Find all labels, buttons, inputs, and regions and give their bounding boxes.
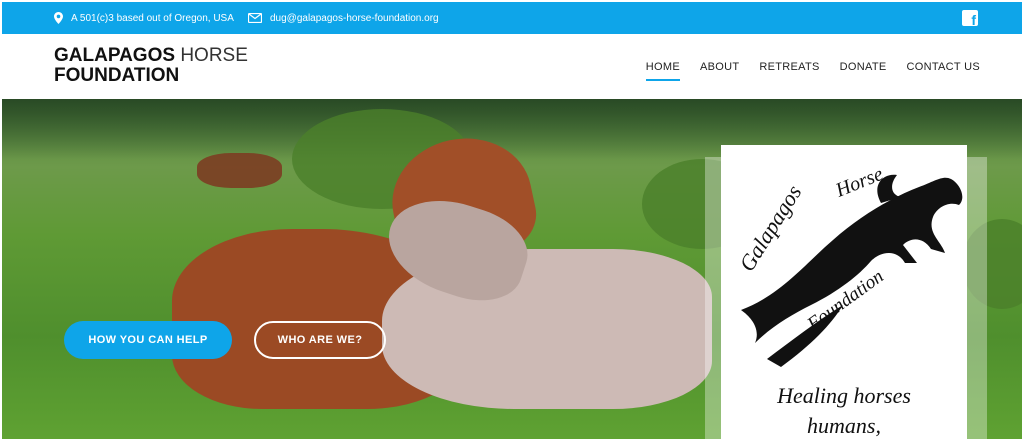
- location-info: A 501(c)3 based out of Oregon, USA: [54, 2, 234, 34]
- nav-donate[interactable]: DONATE: [840, 57, 887, 77]
- horse-logo-icon: Galapagos Horse Foundation: [734, 163, 963, 367]
- brand-word-galapagos: GALAPAGOS: [54, 45, 176, 66]
- map-pin-icon: [54, 12, 63, 24]
- logo-panel: Galapagos Horse Foundation Healing horse…: [721, 145, 967, 439]
- brand-word-foundation: FOUNDATION: [54, 65, 180, 86]
- hero-banner: HOW YOU CAN HELP WHO ARE WE? Galapagos H…: [2, 99, 1022, 439]
- main-nav: HOME ABOUT RETREATS DONATE CONTACT US: [645, 34, 981, 99]
- envelope-icon: [248, 13, 262, 23]
- page: A 501(c)3 based out of Oregon, USA dug@g…: [2, 2, 1022, 439]
- how-you-can-help-button[interactable]: HOW YOU CAN HELP: [64, 321, 232, 359]
- location-text: A 501(c)3 based out of Oregon, USA: [71, 12, 234, 24]
- site-logo[interactable]: GALAPAGOS HORSE FOUNDATION: [54, 46, 248, 86]
- tagline-line-2: humans,: [807, 413, 881, 438]
- nav-retreats[interactable]: RETREATS: [759, 57, 819, 77]
- site-header: GALAPAGOS HORSE FOUNDATION HOME ABOUT RE…: [2, 34, 1022, 99]
- email-link[interactable]: dug@galapagos-horse-foundation.org: [270, 13, 439, 24]
- logo-word-galapagos: Galapagos: [734, 181, 806, 276]
- who-are-we-button[interactable]: WHO ARE WE?: [254, 321, 386, 359]
- email-info[interactable]: dug@galapagos-horse-foundation.org: [248, 2, 439, 34]
- facebook-icon[interactable]: f: [962, 10, 978, 27]
- logo-word-horse: Horse: [832, 163, 887, 202]
- nav-about[interactable]: ABOUT: [700, 57, 739, 77]
- distant-horse-image: [197, 153, 282, 188]
- nav-contact-us[interactable]: CONTACT US: [907, 57, 981, 77]
- top-bar: A 501(c)3 based out of Oregon, USA dug@g…: [2, 2, 1022, 34]
- nav-home[interactable]: HOME: [645, 57, 681, 81]
- tagline-line-1: Healing horses: [777, 383, 911, 408]
- brand-word-horse: HORSE: [175, 45, 248, 66]
